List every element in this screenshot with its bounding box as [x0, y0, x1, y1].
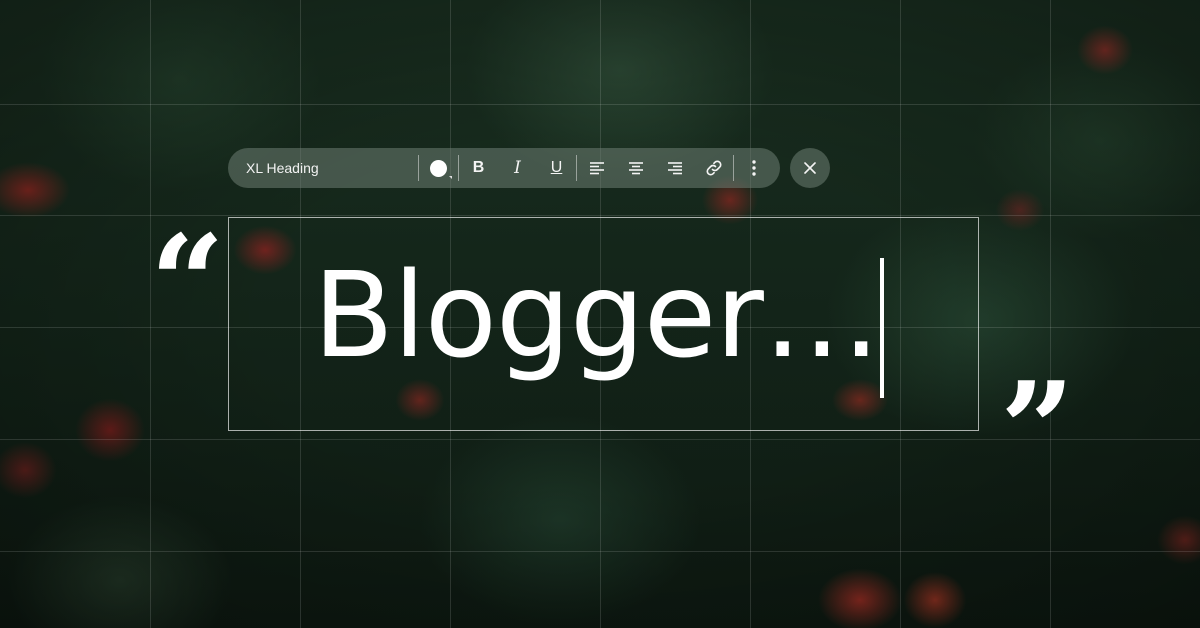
more-options-button[interactable]	[734, 148, 773, 188]
link-icon	[706, 160, 721, 176]
color-swatch-icon	[430, 159, 452, 179]
close-icon	[804, 162, 816, 174]
align-left-icon	[589, 162, 604, 175]
bold-button[interactable]: B	[459, 148, 498, 188]
align-center-icon	[628, 162, 643, 175]
text-cursor	[880, 258, 884, 398]
text-color-button[interactable]	[419, 148, 458, 188]
italic-button[interactable]: I	[498, 148, 537, 188]
align-left-button[interactable]	[577, 148, 616, 188]
align-right-icon	[667, 162, 682, 175]
open-quote-mark: “	[150, 206, 225, 359]
grid-line	[0, 104, 1200, 105]
close-toolbar-button[interactable]	[790, 148, 830, 188]
grid-line	[0, 551, 1200, 552]
align-center-button[interactable]	[616, 148, 655, 188]
insert-link-button[interactable]	[694, 148, 733, 188]
heading-text-box[interactable]: Blogger…	[228, 217, 979, 431]
grid-line	[1050, 0, 1051, 628]
text-format-toolbar: XL Heading B I U	[228, 148, 780, 188]
more-vertical-icon	[751, 160, 756, 176]
align-right-button[interactable]	[655, 148, 694, 188]
close-quote-mark: ”	[1000, 353, 1075, 506]
text-style-select[interactable]: XL Heading	[228, 160, 418, 176]
heading-text[interactable]: Blogger…	[313, 250, 881, 380]
underline-button[interactable]: U	[537, 148, 576, 188]
